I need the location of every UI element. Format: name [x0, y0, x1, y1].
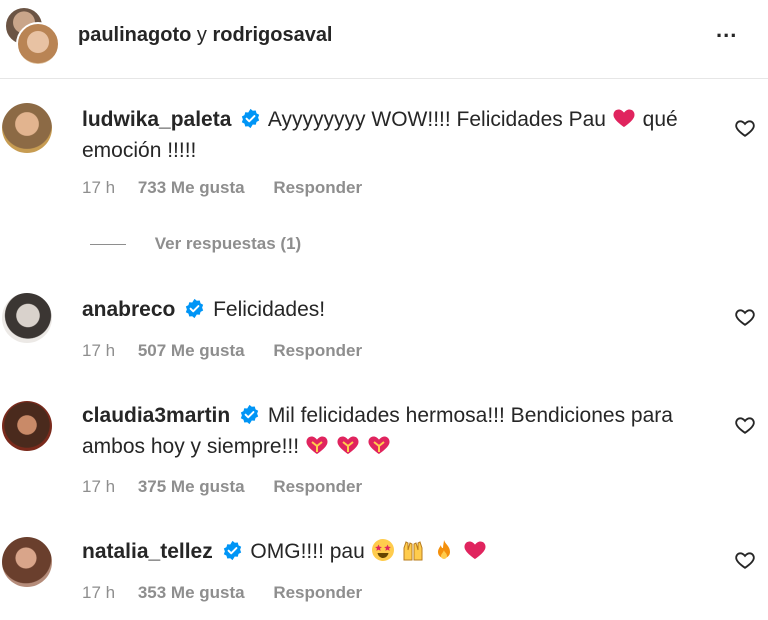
author-link-2[interactable]: rodrigosaval — [212, 24, 332, 46]
like-heart-icon[interactable] — [734, 414, 756, 436]
comment-meta: 17 h 375 Me gusta Responder — [82, 477, 386, 497]
comment-message: OMG!!!! pau — [250, 540, 365, 563]
like-count[interactable]: 353 Me gusta — [138, 583, 245, 602]
view-replies-label[interactable]: Ver respuestas (1) — [155, 234, 301, 253]
like-count[interactable]: 507 Me gusta — [138, 341, 245, 360]
like-heart-icon[interactable] — [734, 306, 756, 328]
comment-meta: 17 h 733 Me gusta Responder — [82, 178, 386, 198]
comment-text: natalia_tellez OMG!!!! pau — [82, 536, 722, 567]
red-heart-emoji-icon — [613, 109, 635, 127]
comment-meta: 17 h 507 Me gusta Responder — [82, 341, 386, 361]
reply-button[interactable]: Responder — [273, 583, 362, 602]
star-struck-emoji-icon — [371, 539, 394, 561]
raising-hands-emoji-icon — [403, 541, 423, 561]
heart-with-ribbon-emoji-icon — [337, 436, 359, 454]
avatar-natalia-tellez[interactable] — [2, 537, 52, 587]
replies-divider-line — [90, 244, 126, 246]
reply-button[interactable]: Responder — [273, 477, 362, 496]
red-heart-emoji-icon — [464, 541, 486, 559]
heart-with-ribbon-emoji-icon — [368, 436, 390, 454]
avatar-anabreco[interactable] — [2, 293, 52, 343]
heart-with-ribbon-emoji-icon — [306, 436, 328, 454]
view-replies-button[interactable]: Ver respuestas (1) — [90, 234, 301, 254]
avatar-claudia3martin[interactable] — [2, 401, 52, 451]
comment-time: 17 h — [82, 341, 116, 360]
comment-username[interactable]: natalia_tellez — [82, 540, 213, 563]
fire-emoji-icon — [438, 540, 451, 559]
avatar-rodrigosaval[interactable] — [16, 22, 60, 66]
comment-meta: 17 h 353 Me gusta Responder — [82, 583, 386, 603]
post-header: paulinagoto y rodrigosaval ... — [0, 0, 768, 79]
comment-username[interactable]: ludwika_paleta — [82, 108, 231, 131]
comment-time: 17 h — [82, 477, 116, 496]
comment-message: Ayyyyyyyy WOW!!!! Felicidades Pau — [267, 108, 606, 131]
like-heart-icon[interactable] — [734, 117, 756, 139]
reply-button[interactable]: Responder — [273, 178, 362, 197]
more-options-icon[interactable]: ... — [716, 19, 737, 41]
avatar-stack[interactable] — [4, 6, 60, 66]
comment-username[interactable]: anabreco — [82, 298, 175, 321]
comment-text: ludwika_paleta Ayyyyyyyy WOW!!!! Felicid… — [82, 104, 722, 166]
comment-time: 17 h — [82, 583, 116, 602]
verified-badge-icon — [240, 404, 259, 425]
verified-badge-icon — [186, 298, 204, 319]
like-heart-icon[interactable] — [734, 549, 756, 571]
comment-message: Felicidades! — [213, 298, 326, 321]
like-count[interactable]: 733 Me gusta — [138, 178, 245, 197]
emoji-group — [371, 539, 489, 563]
author-link-1[interactable]: paulinagoto — [78, 24, 191, 46]
emoji-group — [305, 435, 392, 458]
post-authors: paulinagoto y rodrigosaval — [78, 24, 333, 47]
comment-time: 17 h — [82, 178, 116, 197]
verified-badge-icon — [223, 540, 241, 561]
comment-text: anabreco Felicidades! — [82, 294, 722, 325]
comment-username[interactable]: claudia3martin — [82, 404, 230, 427]
author-conjunction: y — [196, 24, 207, 46]
comment-text: claudia3martin Mil felicidades hermosa!!… — [82, 400, 722, 462]
reply-button[interactable]: Responder — [273, 341, 362, 360]
like-count[interactable]: 375 Me gusta — [138, 477, 245, 496]
verified-badge-icon — [242, 108, 260, 129]
avatar-ludwika-paleta[interactable] — [2, 103, 52, 153]
